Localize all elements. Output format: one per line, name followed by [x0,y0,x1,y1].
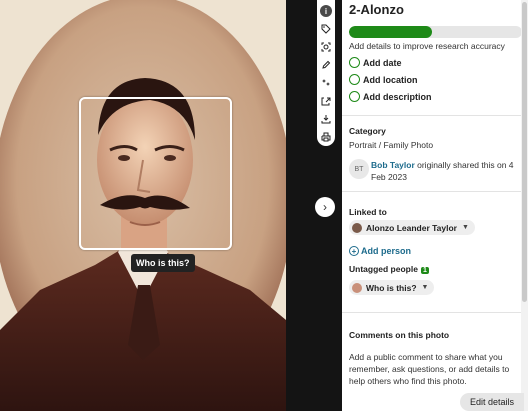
edit-details-button[interactable]: Edit details [460,393,524,411]
face-thumbnail [352,282,362,293]
divider [342,115,528,116]
who-is-this-tooltip[interactable]: Who is this? [131,254,195,272]
add-person-button[interactable]: + Add person [349,246,411,256]
who-is-this-label: Who is this? [366,282,417,293]
comments-label: Comments on this photo [349,330,450,340]
tag-icon [321,24,331,34]
add-description-label: Add description [363,91,432,102]
face-detect-button[interactable] [318,38,334,56]
untagged-people-label: Untagged people 1 [349,264,429,274]
progress-bar [349,26,522,38]
sharer-name-link[interactable]: Bob Taylor [371,160,415,170]
print-icon [321,132,331,142]
add-person-label: Add person [361,246,412,256]
photo-toolbar: i [317,0,335,146]
chevron-down-icon: ▼ [421,284,429,291]
linked-person-name: Alonzo Leander Taylor [366,222,457,233]
add-date-label: Add date [363,57,402,68]
untagged-count-badge: 1 [420,267,429,274]
panel-scrollbar[interactable] [521,0,528,411]
photo-title: 2-Alonzo [349,2,404,17]
add-description-link[interactable]: Add description [349,91,432,102]
category-value: Portrait / Family Photo [349,140,434,150]
who-is-this-chip[interactable]: Who is this? ▼ [349,280,435,295]
download-button[interactable] [318,110,334,128]
scrollbar-thumb[interactable] [522,2,527,302]
info-icon: i [320,5,332,17]
progress-hint: Add details to improve research accuracy [349,41,505,51]
plus-icon: + [349,246,359,256]
share-icon [321,97,331,106]
edit-photo-button[interactable] [318,56,334,74]
linked-to-label: Linked to [349,207,387,217]
enhance-button[interactable] [318,74,334,92]
face-tag-box[interactable] [79,97,232,250]
divider [342,191,528,192]
details-panel: 2-Alonzo Add details to improve research… [342,0,528,411]
empty-circle-icon [349,91,360,102]
person-avatar [352,222,362,233]
empty-circle-icon [349,74,360,85]
info-button[interactable]: i [318,2,334,20]
share-button[interactable] [318,92,334,110]
shared-by-text: Bob Taylor originally shared this on 4 F… [371,159,521,183]
face-detect-icon [321,42,331,52]
chevron-down-icon: ▼ [462,224,469,231]
tag-button[interactable] [318,20,334,38]
download-icon [321,115,331,124]
pencil-icon [322,60,331,69]
photo-viewer: Who is this? i › [0,0,342,411]
chevron-right-icon: › [323,200,327,214]
divider [342,312,528,313]
add-location-link[interactable]: Add location [349,74,418,85]
next-photo-button[interactable]: › [315,197,335,217]
add-date-link[interactable]: Add date [349,57,402,68]
linked-person-chip[interactable]: Alonzo Leander Taylor ▼ [349,220,475,235]
enhance-icon [322,79,330,86]
sharer-avatar: BT [349,159,369,179]
empty-circle-icon [349,57,360,68]
untagged-label-text: Untagged people [349,264,418,274]
print-button[interactable] [318,128,334,146]
comments-prompt: Add a public comment to share what you r… [349,352,510,386]
progress-fill [349,26,433,38]
photo-detail-screen: Who is this? i › 2-Alonzo Add details to… [0,0,528,411]
category-label: Category [349,126,386,136]
add-location-label: Add location [363,74,418,85]
portrait-photo[interactable]: Who is this? [0,0,286,411]
